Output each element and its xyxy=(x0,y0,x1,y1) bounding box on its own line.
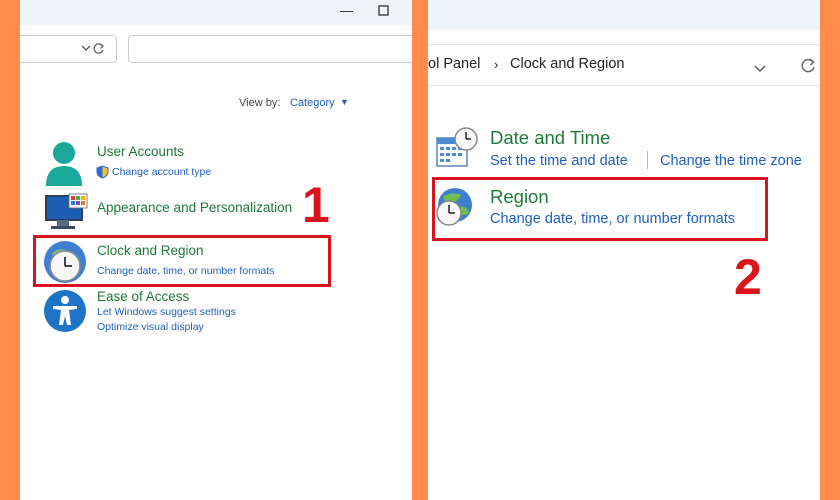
refresh-icon[interactable] xyxy=(92,42,105,58)
control-panel-window-right: ol Panel › Clock and Region Date and Tim… xyxy=(428,0,820,500)
link-set-time-date[interactable]: Set the time and date xyxy=(490,153,628,169)
control-panel-window-left: — View by: Category ▼ User Accounts Chan… xyxy=(20,0,412,500)
dropdown-arrow-icon[interactable]: ▼ xyxy=(340,97,349,107)
search-input[interactable] xyxy=(128,35,412,63)
chevron-down-icon[interactable] xyxy=(754,60,766,78)
user-accounts-icon[interactable] xyxy=(44,140,84,191)
step-number-1: 1 xyxy=(302,177,330,233)
category-title-ease-of-access[interactable]: Ease of Access xyxy=(97,289,189,304)
title-bar: — xyxy=(20,0,412,25)
breadcrumb-separator-icon: › xyxy=(494,57,499,72)
view-by-dropdown[interactable]: Category xyxy=(290,97,335,109)
chevron-down-icon[interactable] xyxy=(81,42,91,56)
link-change-account-type[interactable]: Change account type xyxy=(112,166,211,178)
shield-icon xyxy=(96,165,109,184)
maximize-icon[interactable] xyxy=(378,4,389,20)
view-by-label: View by: xyxy=(239,97,281,109)
link-optimize-visual-display[interactable]: Optimize visual display xyxy=(97,321,204,333)
refresh-icon[interactable] xyxy=(800,57,816,78)
breadcrumb-item-clock-region[interactable]: Clock and Region xyxy=(510,56,624,72)
title-bar xyxy=(428,0,820,30)
category-title-user-accounts[interactable]: User Accounts xyxy=(97,144,184,159)
step-number-2: 2 xyxy=(734,249,762,305)
category-title-appearance[interactable]: Appearance and Personalization xyxy=(97,200,292,215)
item-title-date-time[interactable]: Date and Time xyxy=(490,127,610,149)
link-let-windows-suggest[interactable]: Let Windows suggest settings xyxy=(97,306,236,318)
appearance-icon[interactable] xyxy=(45,193,89,238)
breadcrumb-item-control-panel[interactable]: ol Panel xyxy=(428,56,480,72)
ease-of-access-icon[interactable] xyxy=(43,289,87,338)
link-change-time-zone[interactable]: Change the time zone xyxy=(660,153,802,169)
minimize-icon[interactable]: — xyxy=(340,3,353,19)
highlight-box-region xyxy=(432,177,768,241)
divider xyxy=(647,151,648,169)
highlight-box-clock-region xyxy=(33,235,331,287)
date-time-icon[interactable] xyxy=(435,126,479,175)
